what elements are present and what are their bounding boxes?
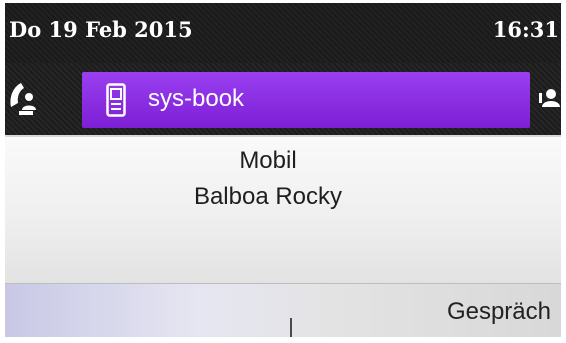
status-time: 16:31 (492, 17, 559, 42)
status-bar: Do 19 Feb 2015 16:31 (5, 3, 561, 63)
softkey-call[interactable]: Gespräch (292, 284, 561, 337)
mobile-phone-icon (106, 83, 126, 117)
tab-sys-book[interactable]: sys-book (82, 72, 530, 128)
phone-screen: Do 19 Feb 2015 16:31 sys-book Mobil Balb… (5, 3, 561, 337)
contact-panel: Mobil Balboa Rocky (5, 135, 561, 285)
person-icon[interactable] (539, 85, 561, 113)
handset-person-icon[interactable] (5, 77, 47, 121)
contact-number-type: Mobil (239, 147, 297, 174)
tab-label: sys-book (148, 85, 245, 112)
tab-bar: sys-book (5, 63, 561, 135)
softkey-call-label: Gespräch (446, 298, 551, 325)
softkey-bar: Gespräch (5, 283, 561, 337)
contact-name: Balboa Rocky (193, 183, 343, 210)
softkey-1[interactable] (5, 284, 290, 337)
status-date: Do 19 Feb 2015 (9, 17, 193, 42)
